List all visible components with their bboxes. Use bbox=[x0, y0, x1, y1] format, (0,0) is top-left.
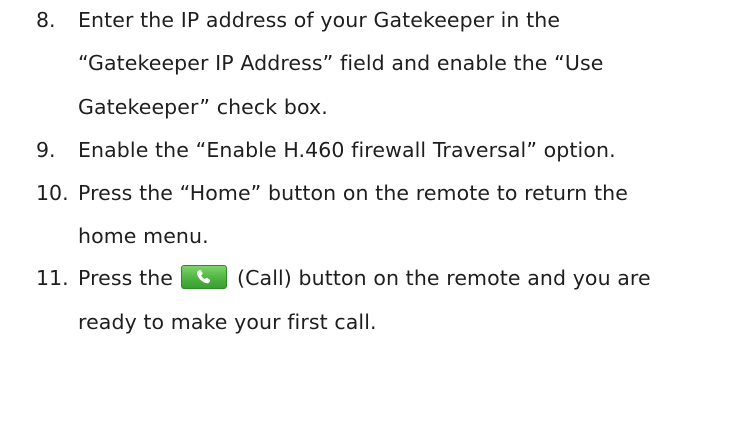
step-number: 10. bbox=[36, 181, 69, 205]
step-number: 9. bbox=[36, 138, 56, 162]
step-number: 8. bbox=[36, 8, 56, 32]
step-text-line: ready to make your first call. bbox=[78, 310, 377, 334]
document-page: 8. Enter the IP address of your Gatekeep… bbox=[0, 0, 731, 423]
phone-handset-glyph bbox=[196, 269, 211, 284]
step-text-line: Enable the “Enable H.460 firewall Traver… bbox=[78, 138, 616, 162]
step-text-line: Enter the IP address of your Gatekeeper … bbox=[78, 8, 561, 32]
step-text-line: Press the (Call) button on the remote and… bbox=[78, 265, 651, 290]
step-text-line: “Gatekeeper IP Address” field and enable… bbox=[78, 51, 604, 75]
step-number: 11. bbox=[36, 266, 69, 290]
step-text-before-icon: Press the bbox=[78, 266, 174, 290]
call-phone-icon bbox=[181, 265, 228, 289]
step-text-line: Gatekeeper” check box. bbox=[78, 95, 328, 119]
step-text-line: Press the “Home” button on the remote to… bbox=[78, 181, 628, 205]
step-text-after-icon: (Call) button on the remote and you are bbox=[237, 266, 651, 290]
step-text-line: home menu. bbox=[78, 224, 209, 248]
